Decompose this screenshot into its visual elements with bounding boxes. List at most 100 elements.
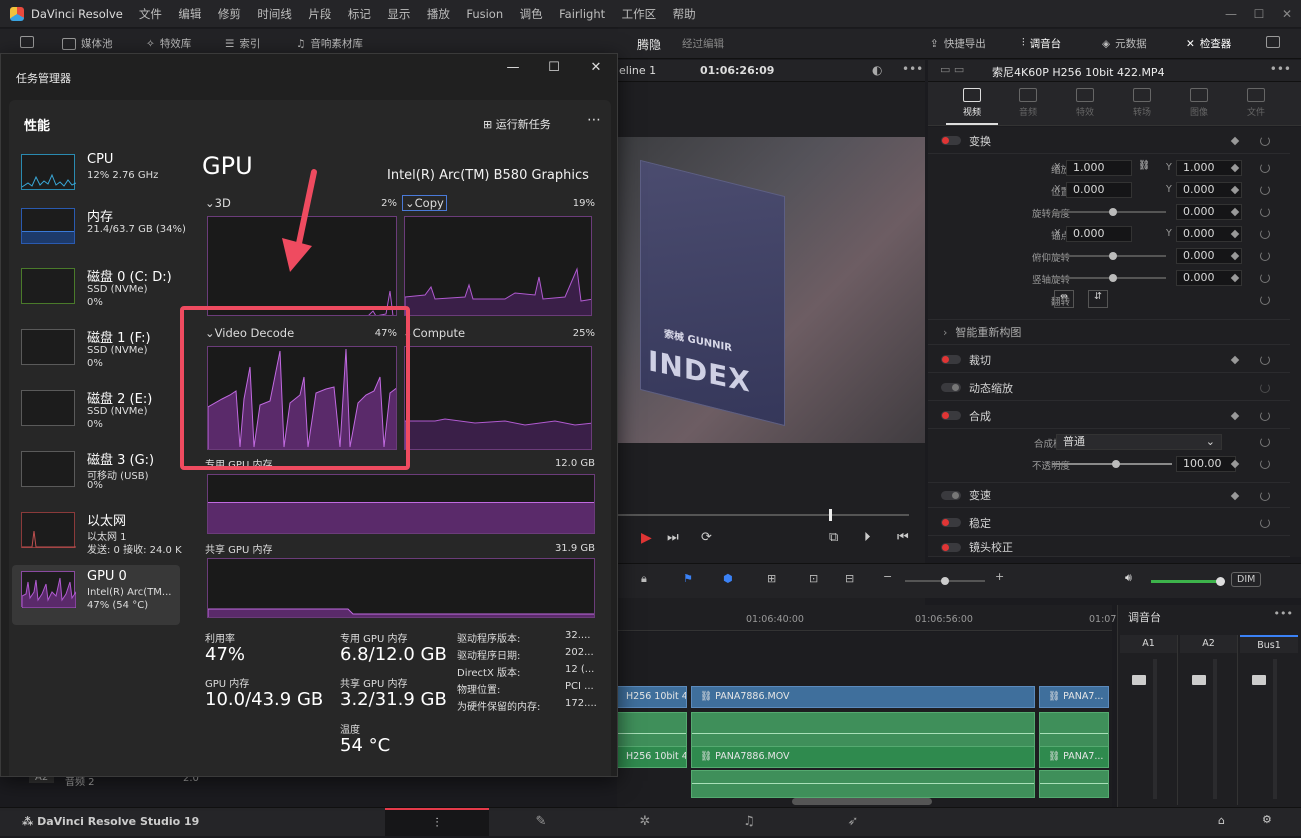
reset-icon[interactable] [1260,459,1270,469]
link-icon[interactable]: ⛓ [1138,160,1150,171]
transform-toggle[interactable] [941,136,961,145]
play-icon[interactable]: ▶ [641,530,652,546]
channel-fader[interactable] [1132,675,1146,685]
effects-button[interactable]: ✧ 特效库 [146,36,191,51]
zoom-in-icon[interactable]: + [995,570,1004,583]
zoom-custom-icon[interactable]: ⊟ [845,572,854,585]
menu-playback[interactable]: 播放 [427,7,450,21]
crop-toggle[interactable] [941,355,961,364]
audio-clip-label[interactable]: ⛓ PANA7... [1039,746,1109,768]
menu-clip[interactable]: 片段 [308,7,331,21]
speed-toggle[interactable] [941,490,961,500]
keyframe-icon[interactable] [1230,411,1240,421]
video-clip[interactable]: H256 10bit 4... [617,686,687,708]
dynamic-zoom-toggle[interactable] [941,383,961,392]
section-transform[interactable]: 变换 [928,128,1290,154]
reset-icon[interactable] [1260,207,1270,217]
marker-icon[interactable]: ⬢ [723,572,733,585]
playhead[interactable] [829,509,832,521]
expand-button[interactable] [1266,36,1280,48]
menu-mark[interactable]: 标记 [348,7,371,21]
audio-clip[interactable] [1039,770,1109,798]
tab-image[interactable]: 图像 [1171,88,1227,118]
run-new-task-button[interactable]: ⊞ 运行新任务 [483,116,551,132]
tab-audio[interactable]: 音频 [1000,88,1056,118]
color-picker-icon[interactable]: ◐ [872,63,882,77]
perf-item-gpu-0[interactable]: GPU 0 Intel(R) Arc(TM... 47% (54 °C) [12,565,180,625]
section-dynamic-zoom[interactable]: 动态缩放 [928,375,1290,401]
channel-fader[interactable] [1192,675,1206,685]
minimize-icon[interactable]: — [1217,0,1245,28]
mixer-button[interactable]: ⫶ 调音台 [1022,36,1061,51]
scrub-bar[interactable] [617,514,909,516]
anchor-x-field[interactable]: 0.000 [1066,226,1132,242]
fast-forward-icon[interactable]: ⏭ [667,530,679,545]
audio-clip[interactable] [691,770,1035,798]
inspector-button[interactable]: ✕ 检查器 [1186,36,1231,51]
menu-color[interactable]: 调色 [520,7,543,21]
section-stabilize[interactable]: 稳定 [928,510,1290,536]
more-options-icon[interactable]: ••• [902,62,923,76]
perf-item-memory[interactable]: 内存 21.4/63.7 GB (34%) [12,202,186,258]
volume-slider[interactable] [1151,577,1225,586]
flag-icon[interactable]: ⚑ [683,572,693,585]
timeline-scrollbar[interactable] [792,798,932,805]
close-icon[interactable]: ✕ [576,60,616,75]
reset-icon[interactable] [1260,273,1270,283]
reset-icon[interactable] [1260,251,1270,261]
dim-button[interactable]: DIM [1231,572,1262,587]
section-lens[interactable]: 镜头校正 [928,538,1290,557]
menu-edit[interactable]: 编辑 [178,7,201,21]
composite-toggle[interactable] [941,411,961,420]
media-pool-button[interactable]: 媒体池 [62,36,113,51]
match-frame-icon[interactable]: ⧉ [829,530,838,545]
menu-fairlight[interactable]: Fairlight [559,7,605,21]
next-clip-icon[interactable]: ⏵ [864,530,871,545]
quick-export-button[interactable]: ⇪ 快捷导出 [930,36,986,51]
section-crop[interactable]: 裁切 [928,347,1290,373]
menu-view[interactable]: 显示 [387,7,410,21]
menu-help[interactable]: 帮助 [673,7,696,21]
yaw-slider[interactable] [1052,274,1166,282]
prev-clip-icon[interactable]: ⏮ [897,530,909,545]
menu-timeline[interactable]: 时间线 [257,7,292,21]
zoom-x-field[interactable]: 1.000 [1066,160,1132,176]
minimize-icon[interactable]: — [493,60,533,75]
flip-vertical-icon[interactable]: ⇵ [1088,290,1108,308]
perf-item-disk-0[interactable]: 磁盘 0 (C: D:) SSD (NVMe) 0% [12,262,180,318]
reset-icon[interactable] [1260,163,1270,173]
fairlight-page-icon[interactable]: ♫ [697,808,801,836]
tab-effects[interactable]: 特效 [1057,88,1113,118]
stabilize-toggle[interactable] [941,518,961,527]
close-icon[interactable]: ✕ [1273,0,1301,28]
panel-toggle-button[interactable] [20,36,34,48]
settings-icon[interactable]: ⚙ [1262,813,1272,826]
rotation-slider[interactable] [1052,208,1166,216]
reset-icon[interactable] [1260,229,1270,239]
reset-icon[interactable] [1260,355,1270,365]
maximize-icon[interactable]: ☐ [534,60,574,75]
lens-toggle[interactable] [941,542,961,552]
deliver-page-icon[interactable]: ➶ [801,808,905,836]
reset-icon[interactable] [1260,411,1270,421]
perf-item-disk-1[interactable]: 磁盘 1 (F:) SSD (NVMe) 0% [12,323,180,379]
video-clip[interactable]: ⛓ PANA7886.MOV [691,686,1035,708]
tab-video[interactable]: 视频 [944,88,1000,118]
perf-item-disk-2[interactable]: 磁盘 2 (E:) SSD (NVMe) 0% [12,384,180,440]
sound-library-button[interactable]: ♫ 音响素材库 [296,36,363,51]
section-speed[interactable]: 变速 [928,482,1290,508]
section-smart-reframe[interactable]: › 智能重新构图 [928,319,1290,345]
flip-horizontal-icon[interactable]: ⇹ [1054,290,1074,308]
pitch-slider[interactable] [1052,252,1166,260]
keyframe-icon[interactable] [1230,136,1240,146]
fusion-page-icon[interactable]: ✎ [489,808,593,836]
reset-icon[interactable] [1260,491,1270,501]
loop-icon[interactable]: ⟳ [701,530,712,545]
reset-icon[interactable] [1260,383,1270,393]
menu-workspace[interactable]: 工作区 [622,7,657,21]
opacity-field[interactable]: 100.00 [1176,456,1236,472]
mixer-more-icon[interactable]: ••• [1274,607,1293,620]
color-page-icon[interactable]: ✲ [593,808,697,836]
home-icon[interactable]: ⌂ [1218,814,1225,827]
channel-fader[interactable] [1252,675,1266,685]
